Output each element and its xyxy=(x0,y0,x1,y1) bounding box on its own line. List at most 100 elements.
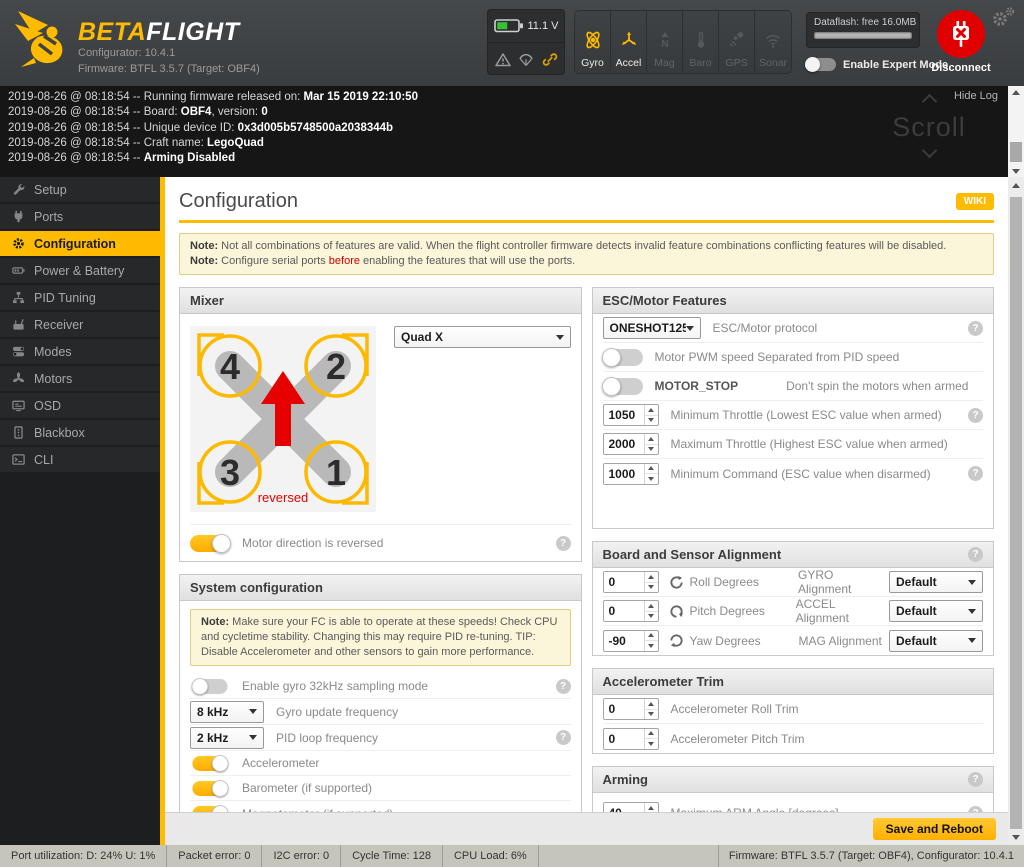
help-icon[interactable] xyxy=(555,678,571,694)
sidebar-item-motors[interactable]: Motors xyxy=(0,366,160,391)
yaw-degrees-input[interactable]: -90 xyxy=(602,629,659,652)
sidebar-item-modes[interactable]: Modes xyxy=(0,339,160,364)
gyro-frequency-select[interactable]: 8 kHz xyxy=(190,700,264,723)
gps-icon xyxy=(727,23,747,57)
content-scrollbar-thumb[interactable] xyxy=(1010,197,1022,829)
max-throttle-input[interactable]: 2000 xyxy=(602,433,659,455)
disconnect-button[interactable]: Disconnect xyxy=(930,10,992,74)
pid-frequency-select[interactable]: 2 kHz xyxy=(190,726,264,749)
right-column: ESC/Motor Features ONESHOT125 ESC/Motor … xyxy=(591,287,994,834)
scroll-down-arrow[interactable] xyxy=(1008,165,1024,177)
pitch-rotation-icon xyxy=(669,604,684,619)
settings-gears-icon[interactable] xyxy=(990,6,1016,28)
port-utilization-status: Port utilization: D: 24% U: 1% xyxy=(0,845,168,867)
help-icon[interactable] xyxy=(555,730,571,745)
sidebar-item-power-battery[interactable]: Power & Battery xyxy=(0,258,160,283)
wiki-button[interactable]: WIKI xyxy=(955,193,994,210)
content-scrollbar[interactable] xyxy=(1008,177,1024,845)
accel-pitch-trim-input[interactable]: 0 xyxy=(602,727,659,750)
sidebar-item-ports[interactable]: Ports xyxy=(0,204,160,229)
svg-text:N: N xyxy=(661,39,668,50)
step-up[interactable] xyxy=(645,434,658,444)
max-throttle-row: 2000 Maximum Throttle (Highest ESC value… xyxy=(602,430,983,459)
help-icon[interactable] xyxy=(968,466,983,481)
mixer-type-select[interactable]: Quad X xyxy=(394,326,571,348)
log-scrollbar[interactable] xyxy=(1008,86,1024,177)
sidebar-item-pid-tuning[interactable]: PID Tuning xyxy=(0,285,160,310)
help-icon[interactable] xyxy=(968,320,983,336)
step-up[interactable] xyxy=(645,405,658,415)
mag-alignment-select[interactable]: Default xyxy=(889,629,983,652)
wrench-icon xyxy=(12,183,26,196)
save-footer: Save and Reboot xyxy=(165,812,1008,845)
sensor-gps: GPS xyxy=(719,11,755,73)
sensor-status-bar: Gyro Accel N Mag Baro GPS Sonar xyxy=(575,11,791,73)
sidebar-item-blackbox[interactable]: Blackbox xyxy=(0,420,160,445)
main-area: Setup Ports Configuration Power & Batter… xyxy=(0,177,1024,845)
board-alignment-panel: Board and Sensor Alignment 0 Roll Degree… xyxy=(591,541,994,656)
system-config-note: Note: Make sure your FC is able to opera… xyxy=(190,609,571,666)
cpu-load-status: CPU Load: 6% xyxy=(443,845,539,867)
help-icon[interactable] xyxy=(968,547,983,562)
sidebar-item-receiver[interactable]: Receiver xyxy=(0,312,160,337)
mag-icon: N xyxy=(655,23,675,57)
quad-mixer-diagram: 4 2 3 1 reversed xyxy=(190,326,376,512)
scroll-down-arrow[interactable] xyxy=(1008,831,1024,843)
help-icon[interactable] xyxy=(968,772,983,787)
step-up[interactable] xyxy=(645,464,658,474)
pwm-separate-toggle[interactable] xyxy=(601,347,643,367)
gyro-32khz-toggle[interactable] xyxy=(191,677,228,695)
help-icon[interactable] xyxy=(555,535,571,551)
motor-direction-toggle[interactable] xyxy=(190,533,231,553)
sidebar-item-configuration[interactable]: Configuration xyxy=(0,231,160,256)
app-header: BETAFLIGHT Configurator: 10.4.1 Firmware… xyxy=(0,0,1024,86)
barometer-toggle[interactable] xyxy=(192,779,229,797)
min-throttle-input[interactable]: 1050 xyxy=(602,404,659,426)
log-entry: 2019-08-26 @ 08:18:54 -- Unique device I… xyxy=(8,121,394,134)
min-command-input[interactable]: 1000 xyxy=(602,462,659,485)
log-panel: 2019-08-26 @ 08:18:54 -- Running firmwar… xyxy=(0,86,1024,177)
step-down[interactable] xyxy=(644,414,658,426)
firmware-version: Firmware: BTFL 3.5.7 (Target: OBF4) xyxy=(78,63,260,75)
scroll-up-arrow[interactable] xyxy=(1008,179,1024,191)
feature-note-box: Note: Not all combinations of features a… xyxy=(179,233,994,275)
step-down[interactable] xyxy=(644,473,658,484)
expert-mode-row: Enable Expert Mode xyxy=(805,57,948,72)
help-icon[interactable] xyxy=(968,407,983,423)
pitch-degrees-input[interactable]: 0 xyxy=(602,600,659,622)
battery-status-box: 11.1 V xyxy=(487,9,565,75)
motor-stop-toggle[interactable] xyxy=(601,376,643,396)
gyro-alignment-select[interactable]: Default xyxy=(889,571,983,593)
baro-icon xyxy=(691,23,711,57)
pitch-alignment-row: 0 Pitch Degrees ACCEL Alignment Default xyxy=(602,597,983,626)
esc-motor-features-panel: ESC/Motor Features ONESHOT125 ESC/Motor … xyxy=(591,287,994,529)
page-header: Configuration WIKI xyxy=(179,190,994,223)
scroll-watermark: Scroll xyxy=(874,93,984,161)
chevron-up-icon xyxy=(921,93,937,110)
mixer-panel: Mixer 4 2 3 1 reversed Quad X Motor dire… xyxy=(179,287,582,562)
sidebar-item-osd[interactable]: OSD xyxy=(0,393,160,418)
warning-icon xyxy=(494,52,511,66)
step-down[interactable] xyxy=(644,443,658,455)
page-title: Configuration xyxy=(179,190,298,212)
blackbox-icon xyxy=(12,426,26,439)
motor-direction-row: Motor direction is reversed xyxy=(190,525,571,561)
sidebar-item-cli[interactable]: CLI xyxy=(0,447,160,472)
roll-rotation-icon xyxy=(669,575,684,590)
accel-alignment-select[interactable]: Default xyxy=(889,600,983,622)
scroll-up-arrow[interactable] xyxy=(1008,86,1024,98)
sidebar-item-setup[interactable]: Setup xyxy=(0,177,160,202)
accelerometer-toggle[interactable] xyxy=(192,754,229,772)
osd-screen-icon xyxy=(12,399,26,412)
terminal-icon xyxy=(12,453,26,466)
pid-frequency-row: 2 kHz PID loop frequency xyxy=(190,725,571,751)
system-configuration-panel: System configuration Note: Make sure you… xyxy=(179,574,582,827)
min-throttle-row: 1050 Minimum Throttle (Lowest ESC value … xyxy=(602,401,983,430)
roll-degrees-input[interactable]: 0 xyxy=(602,571,659,593)
esc-protocol-select[interactable]: ONESHOT125 xyxy=(602,317,701,339)
accel-roll-trim-input[interactable]: 0 xyxy=(602,698,659,720)
save-and-reboot-button[interactable]: Save and Reboot xyxy=(872,818,996,840)
expert-mode-toggle[interactable] xyxy=(805,57,836,72)
log-scrollbar-thumb[interactable] xyxy=(1010,142,1022,162)
sensor-mag: N Mag xyxy=(647,11,683,73)
